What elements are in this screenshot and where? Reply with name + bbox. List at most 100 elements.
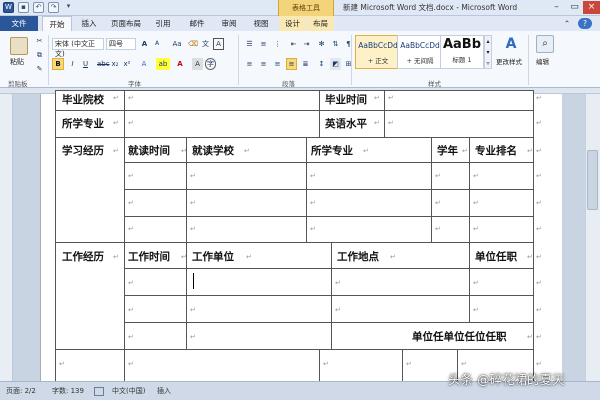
superscript-icon[interactable]: x² <box>122 58 132 70</box>
table-cell[interactable] <box>186 216 307 243</box>
word-logo-icon[interactable]: W <box>3 2 14 13</box>
justify-icon[interactable]: ≡ <box>286 58 297 70</box>
scrollbar-thumb[interactable] <box>587 150 598 210</box>
tab-references[interactable]: 引用 <box>150 16 176 31</box>
tab-table-design[interactable]: 设计 <box>279 16 306 31</box>
find-icon[interactable]: ⌕ <box>536 35 554 53</box>
change-case-icon[interactable]: Aa <box>170 38 184 50</box>
table-cell[interactable] <box>186 162 307 190</box>
chinese-layout-icon[interactable]: ✻ <box>316 38 327 50</box>
table-cell[interactable] <box>186 322 332 350</box>
style-heading-1[interactable]: AaBb 标题 1 <box>440 35 484 69</box>
tab-view[interactable]: 视图 <box>248 16 274 31</box>
cell-mark: ↵ <box>435 225 441 233</box>
row-end-mark: ↵ <box>536 119 542 127</box>
table-cell[interactable] <box>55 349 125 382</box>
shrink-font-icon[interactable]: A <box>152 38 162 50</box>
table-cell[interactable] <box>124 90 320 111</box>
strikethrough-icon[interactable]: abc <box>96 58 110 70</box>
table-cell[interactable] <box>306 189 432 217</box>
cut-icon[interactable]: ✂ <box>34 35 45 47</box>
phonetic-guide-icon[interactable]: 文 <box>200 38 211 50</box>
vertical-ruler[interactable] <box>0 94 13 381</box>
paste-button-label[interactable]: 粘贴 <box>10 57 24 67</box>
distributed-icon[interactable]: ≣ <box>300 58 311 70</box>
table-cell[interactable] <box>319 349 403 382</box>
tab-page-layout[interactable]: 页面布局 <box>106 16 146 31</box>
numbering-icon[interactable]: ≡ <box>258 38 269 50</box>
customize-qat-icon[interactable]: ▾ <box>63 2 74 13</box>
style-no-spacing[interactable]: AaBbCcDd + 无间隔 <box>397 35 443 69</box>
align-right-icon[interactable]: ≡ <box>272 58 283 70</box>
table-cell[interactable] <box>331 295 470 323</box>
style-normal[interactable]: AaBbCcDd + 正文 <box>355 35 401 69</box>
vertical-scrollbar[interactable] <box>585 94 600 381</box>
show-marks-icon[interactable]: ¶ <box>343 38 354 50</box>
clear-formatting-icon[interactable]: ⌫ <box>187 38 198 50</box>
grow-font-icon[interactable]: A <box>139 38 150 50</box>
help-icon[interactable]: ? <box>578 18 592 29</box>
maximize-icon[interactable]: ▭ <box>566 1 583 14</box>
table-cell[interactable] <box>331 268 470 296</box>
copy-icon[interactable]: ⧉ <box>34 49 45 61</box>
table-cell[interactable] <box>306 162 432 190</box>
highlight-color-icon[interactable]: ab <box>156 58 170 70</box>
tab-mailings[interactable]: 邮件 <box>184 16 210 31</box>
minimize-icon[interactable]: – <box>548 1 565 14</box>
table-cell[interactable] <box>384 110 534 138</box>
close-icon[interactable]: × <box>583 1 600 14</box>
format-painter-icon[interactable]: ✎ <box>34 63 45 75</box>
ribbon-minimize-icon[interactable]: ⌃ <box>560 16 574 31</box>
cell-mark: ↵ <box>128 119 134 127</box>
decrease-indent-icon[interactable]: ⇤ <box>288 38 299 50</box>
sort-icon[interactable]: ⇅ <box>330 38 341 50</box>
cell-mark: ↵ <box>388 119 394 127</box>
paste-icon[interactable] <box>10 37 28 55</box>
language-indicator[interactable]: 中文(中国) <box>112 386 145 396</box>
change-styles-icon[interactable]: A <box>502 35 520 53</box>
proofing-icon[interactable] <box>94 387 104 396</box>
enclose-characters-icon[interactable]: 字 <box>205 58 216 70</box>
table-cell[interactable] <box>124 349 320 382</box>
styles-scroll[interactable]: ▴ ▾ ▿ <box>484 35 492 69</box>
editing-label[interactable]: 编辑 <box>536 56 549 66</box>
redo-icon[interactable]: ↷ <box>48 2 59 13</box>
increase-indent-icon[interactable]: ⇥ <box>301 38 312 50</box>
undo-icon[interactable]: ↶ <box>33 2 44 13</box>
line-spacing-icon[interactable]: ↕ <box>316 58 327 70</box>
font-name-select[interactable]: 宋体 (中文正文) <box>52 38 104 58</box>
table-cell[interactable] <box>186 268 332 296</box>
bullets-icon[interactable]: ☰ <box>244 38 255 50</box>
font-size-select[interactable]: 四号 <box>106 38 136 50</box>
shading-icon[interactable]: ◩ <box>330 58 341 70</box>
tab-file[interactable]: 文件 <box>0 16 38 31</box>
group-divider <box>528 35 529 85</box>
table-cell[interactable] <box>306 216 432 243</box>
style-name: 标题 1 <box>452 56 472 64</box>
table-cell[interactable] <box>384 90 534 111</box>
tab-review[interactable]: 审阅 <box>216 16 242 31</box>
font-color-icon[interactable]: A <box>174 58 186 70</box>
bold-button[interactable]: B <box>52 58 64 70</box>
align-center-icon[interactable]: ≡ <box>258 58 269 70</box>
character-shading-icon[interactable]: A <box>192 58 203 70</box>
tab-insert[interactable]: 插入 <box>76 16 102 31</box>
multilevel-list-icon[interactable]: ⋮ <box>272 38 283 50</box>
align-left-icon[interactable]: ≡ <box>244 58 255 70</box>
text-effects-icon[interactable]: A <box>138 58 150 70</box>
word-count[interactable]: 字数: 139 <box>52 386 84 396</box>
tab-home[interactable]: 开始 <box>42 16 72 31</box>
tab-table-layout[interactable]: 布局 <box>307 16 334 31</box>
character-border-icon[interactable]: A <box>213 38 224 50</box>
borders-icon[interactable]: ⊞ <box>343 58 354 70</box>
save-icon[interactable]: ▪ <box>18 2 29 13</box>
italic-button[interactable]: I <box>67 58 78 70</box>
subscript-icon[interactable]: x₂ <box>110 58 120 70</box>
insert-mode-indicator[interactable]: 插入 <box>157 386 171 396</box>
table-cell[interactable] <box>186 189 307 217</box>
page-count[interactable]: 页面: 2/2 <box>6 386 36 396</box>
underline-button[interactable]: U <box>80 58 91 70</box>
table-cell[interactable] <box>124 110 320 138</box>
table-cell[interactable] <box>186 295 332 323</box>
change-styles-label[interactable]: 更改样式 <box>496 56 522 66</box>
